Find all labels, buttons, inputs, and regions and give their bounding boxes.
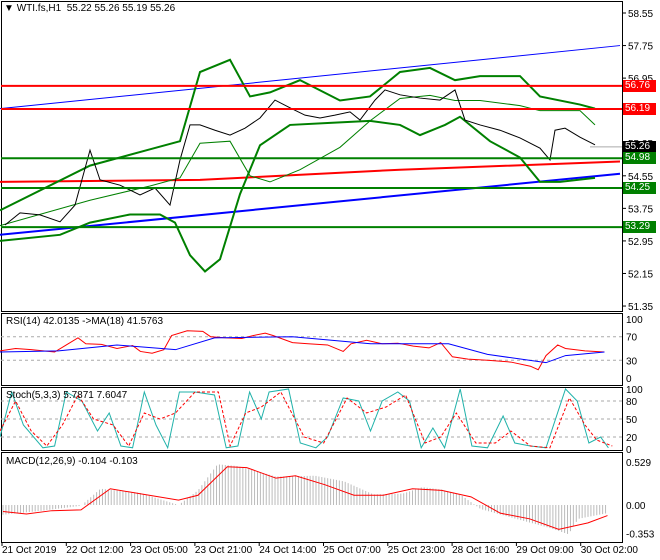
ohlc-values: 55.22 55.26 55.19 55.26 xyxy=(66,3,176,14)
trend-line-lower xyxy=(0,172,621,236)
macd-title: MACD(12,26,9) -0.104 -0.103 xyxy=(6,456,138,467)
rsi-tick-label: 30 xyxy=(626,356,638,367)
time-tick-label: 25 Oct 23:00 xyxy=(388,545,446,556)
macd-tick-label: 0.529 xyxy=(626,458,651,469)
panel-frame-0 xyxy=(1,1,623,312)
rsi-tick-label: 70 xyxy=(626,333,638,344)
stoch-tick-label: 80 xyxy=(626,397,638,408)
price-tick-label: 52.95 xyxy=(628,237,653,248)
price-level-tag: 53.29 xyxy=(623,221,656,234)
macd-tick-label: 0.00 xyxy=(626,501,646,512)
trend-line-upper xyxy=(0,45,621,110)
time-tick-label: 24 Oct 14:00 xyxy=(259,545,317,556)
price-level-tag: 56.19 xyxy=(623,103,656,116)
rsi-tick-label: 0 xyxy=(626,374,632,385)
price-level-tag: 56.76 xyxy=(623,79,656,92)
price-tick-label: 52.15 xyxy=(628,269,653,280)
stoch-tick-label: 100 xyxy=(626,385,643,396)
chart-header: ▼ WTI.fs,H1 55.22 55.26 55.19 55.26 xyxy=(4,3,175,14)
price-level-tag: 54.25 xyxy=(623,182,656,194)
time-tick-label: 28 Oct 16:00 xyxy=(452,545,510,556)
time-tick-label: 22 Oct 12:00 xyxy=(66,545,124,556)
price-tick-label: 57.75 xyxy=(628,42,653,53)
time-tick-label: 21 Oct 2019 xyxy=(2,545,57,556)
rsi-ma-line xyxy=(0,336,605,364)
time-tick-label: 29 Oct 09:00 xyxy=(516,545,574,556)
rsi-tick-label: 100 xyxy=(626,315,643,326)
stoch-title: Stoch(5,3,3) 5.7871 7.6047 xyxy=(6,390,128,401)
price-level-tag: 55.26 xyxy=(623,140,656,153)
chart-canvas[interactable]: 58.5557.7556.9556.1555.3554.5553.7552.95… xyxy=(0,0,660,560)
time-tick-label: 25 Oct 07:00 xyxy=(324,545,382,556)
chart-window[interactable]: 58.5557.7556.9556.1555.3554.5553.7552.95… xyxy=(0,0,660,560)
price-tick-label: 58.55 xyxy=(628,9,653,20)
stoch-tick-label: 0 xyxy=(626,445,632,456)
bollinger-lower xyxy=(0,115,596,273)
time-tick-label: 23 Oct 05:00 xyxy=(131,545,189,556)
symbol-label: WTI.fs,H1 xyxy=(16,3,62,14)
stoch-tick-label: 50 xyxy=(626,415,638,426)
time-tick-label: 23 Oct 21:00 xyxy=(195,545,253,556)
stoch-tick-label: 20 xyxy=(626,433,638,444)
macd-tick-label: -0.353 xyxy=(626,530,655,541)
time-tick-label: 30 Oct 02:00 xyxy=(581,545,639,556)
price-level-tag: 54.98 xyxy=(623,152,656,165)
menu-triangle-icon[interactable]: ▼ xyxy=(4,3,14,14)
rsi-title: RSI(14) 42.0135 ->MA(18) 41.5763 xyxy=(6,316,164,327)
price-tick-label: 51.35 xyxy=(628,302,653,313)
price-tick-label: 53.75 xyxy=(628,204,653,215)
